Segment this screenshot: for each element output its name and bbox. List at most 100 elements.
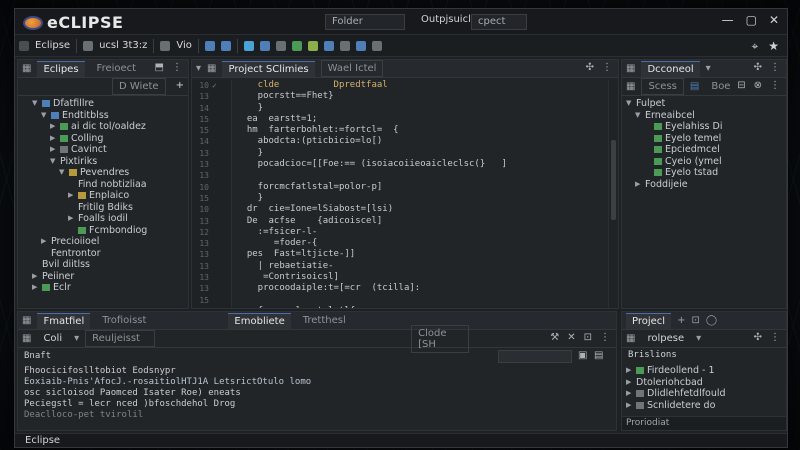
tab-mid[interactable]: Emobliete <box>228 312 291 329</box>
tab-tests[interactable]: Trofioisst <box>96 313 152 328</box>
code-area[interactable]: clde Dpredtfaal pocrstt==Fhet} } ea ears… <box>236 80 608 308</box>
chevron-down-icon[interactable]: ▼ <box>635 110 642 122</box>
editor-body[interactable]: 10 ✓ 13 14 15 15 14 13 13 13 10 15 10 13 12 13 13 13 13 13 1… <box>192 80 608 308</box>
tab-console[interactable]: Fmatfiel <box>37 312 91 329</box>
code-line[interactable]: pocrstt==Fhet} <box>236 91 608 102</box>
tree-item[interactable]: Fcmbondiog <box>18 225 188 237</box>
chevron-down-icon[interactable]: ▾ <box>696 333 701 344</box>
chevron-right-icon[interactable]: ▶ <box>68 190 75 202</box>
close-icon[interactable]: ✕ <box>567 332 575 343</box>
tree-item[interactable]: ▶ ai dic tol/oaldez <box>18 121 188 133</box>
chevron-right-icon[interactable]: ▶ <box>68 213 75 225</box>
code-line[interactable]: } <box>236 103 608 114</box>
tree-item[interactable]: Fritilg Bdiks <box>18 202 188 214</box>
perspective-field[interactable]: cpect <box>471 14 527 30</box>
code-line[interactable]: forcmcfatlstal=polor-p] <box>236 182 608 193</box>
circle-icon[interactable]: ◯ <box>706 315 717 326</box>
chevron-down-icon[interactable]: ▾ <box>196 63 201 74</box>
tree-item[interactable]: ▶ Scnlidetere do <box>624 400 786 412</box>
chevron-down-icon[interactable] <box>371 40 382 51</box>
code-line[interactable]: =foder-{ <box>236 238 608 249</box>
code-line[interactable]: De acfse {adicoiscel] <box>236 216 608 227</box>
collapse-icon[interactable]: ⊟ <box>737 80 745 91</box>
tab-explorer[interactable]: Eclipes <box>37 60 85 77</box>
menu-icon[interactable]: ⋮ <box>770 62 780 73</box>
chevron-right-icon[interactable]: ▶ <box>50 133 57 145</box>
code-line[interactable]: ferrerslcaatolatl{ <box>236 306 608 308</box>
explorer-filter[interactable]: D Wiete <box>112 78 166 95</box>
code-line[interactable]: clde Dpredtfaal <box>236 80 608 91</box>
sort-icon[interactable]: ▤ <box>690 81 699 92</box>
tree-item[interactable]: Eyelahiss Di <box>622 121 786 133</box>
star-icon[interactable]: ★ <box>768 39 779 54</box>
package-icon[interactable] <box>323 40 334 51</box>
toolbar-item-view[interactable]: Vio <box>176 40 192 51</box>
outline-filter-two[interactable]: Boe <box>705 79 736 94</box>
maximize-icon[interactable]: ▢ <box>746 13 757 27</box>
title-search-field[interactable]: Folder <box>325 14 405 30</box>
toolbar-item-eclipse[interactable]: Eclipse <box>35 40 70 51</box>
tree-item[interactable]: Eyelo temel <box>622 133 786 145</box>
tree-item[interactable]: ▶ Colling <box>18 133 188 145</box>
chevron-right-icon[interactable]: ▶ <box>41 236 48 248</box>
chevron-down-icon[interactable]: ▼ <box>32 98 39 110</box>
tab-editor-file[interactable]: Project SClimies <box>222 60 315 77</box>
chevron-down-icon[interactable]: ▼ <box>59 167 66 179</box>
chevron-down-icon[interactable]: ▼ <box>41 110 48 122</box>
lock-icon[interactable]: ▣ <box>578 350 587 361</box>
tree-item[interactable]: ▼ Endtitblss <box>18 110 188 122</box>
code-line[interactable]: abodcta:(pticbicio=lo[) <box>236 136 608 147</box>
tree-item[interactable]: Find nobtizliaa <box>18 179 188 191</box>
maximize-icon[interactable]: ✣ <box>754 332 762 343</box>
tab-mid-two[interactable]: Tretthesl <box>297 313 352 328</box>
tree-item[interactable]: Cyeio (ymel <box>622 156 786 168</box>
chevron-right-icon[interactable]: ▶ <box>50 144 57 156</box>
chevron-down-icon[interactable]: ▾ <box>706 63 711 74</box>
search-icon[interactable] <box>355 40 366 51</box>
tree-item[interactable]: ▶ Dlidlehfetdlfould <box>624 388 786 400</box>
code-line[interactable]: } <box>236 193 608 204</box>
tree-item[interactable]: ▶ Cavinct <box>18 144 188 156</box>
stop-icon[interactable] <box>275 40 286 51</box>
minimize-icon[interactable]: ⬒ <box>155 62 164 73</box>
console-selector[interactable]: Coli <box>37 331 68 346</box>
code-line[interactable]: pes Fast=ltjicte-]] <box>236 249 608 260</box>
add-icon[interactable]: + <box>176 80 184 91</box>
tree-item[interactable]: ▼ Dfatfillre <box>18 98 188 110</box>
chevron-right-icon[interactable]: ▶ <box>626 365 633 377</box>
chevron-right-icon[interactable]: ▶ <box>635 179 642 191</box>
tree-item[interactable]: ▶ Eclr <box>18 282 188 294</box>
refresh-icon[interactable] <box>220 40 231 51</box>
chevron-down-icon[interactable]: ▾ <box>74 333 79 344</box>
code-line[interactable] <box>236 295 608 306</box>
code-line[interactable]: } <box>236 148 608 159</box>
menu-icon[interactable]: ⋮ <box>600 332 610 343</box>
scrollbar-thumb[interactable] <box>611 140 616 220</box>
pin-icon[interactable]: ⌖ <box>751 39 758 54</box>
tree-item[interactable]: ▶ Peiiner <box>18 271 188 283</box>
tab-outline[interactable]: Dcconeol <box>641 60 700 77</box>
maximize-icon[interactable]: ✣ <box>586 62 594 73</box>
tree-item[interactable]: ▶ Firdeollend - 1 <box>624 365 786 377</box>
save-icon[interactable] <box>204 40 215 51</box>
pin-icon[interactable]: ⊡ <box>584 332 592 343</box>
console-field[interactable]: Reuljeisst <box>85 330 156 347</box>
chevron-right-icon[interactable]: ▶ <box>32 282 39 294</box>
code-line[interactable]: | rebaetiatie- <box>236 261 608 272</box>
tree-item[interactable]: ▼ Pevendres <box>18 167 188 179</box>
tree-item[interactable]: Bvil diitlss <box>18 259 188 271</box>
tree-item[interactable]: ▶ Enplaico <box>18 190 188 202</box>
code-line[interactable]: dr cie=Ione=lSiabost=[lsi) <box>236 204 608 215</box>
back-icon[interactable] <box>339 40 350 51</box>
tree-item[interactable]: ▶ Foalls iodil <box>18 213 188 225</box>
tab-problems[interactable]: rolpese <box>641 331 690 346</box>
code-line[interactable]: ea earstt=1; <box>236 114 608 125</box>
close-icon[interactable]: ✕ <box>769 13 779 27</box>
tree-item[interactable]: Fentrontor <box>18 248 188 260</box>
chevron-down-icon[interactable]: ▼ <box>626 98 633 110</box>
menu-icon[interactable]: ⋮ <box>602 62 612 73</box>
tree-item[interactable]: ▶ Precioiioel <box>18 236 188 248</box>
chevron-right-icon[interactable]: ▶ <box>626 400 633 412</box>
code-line[interactable] <box>236 170 608 181</box>
tools-icon[interactable]: ⚒ <box>550 332 559 343</box>
